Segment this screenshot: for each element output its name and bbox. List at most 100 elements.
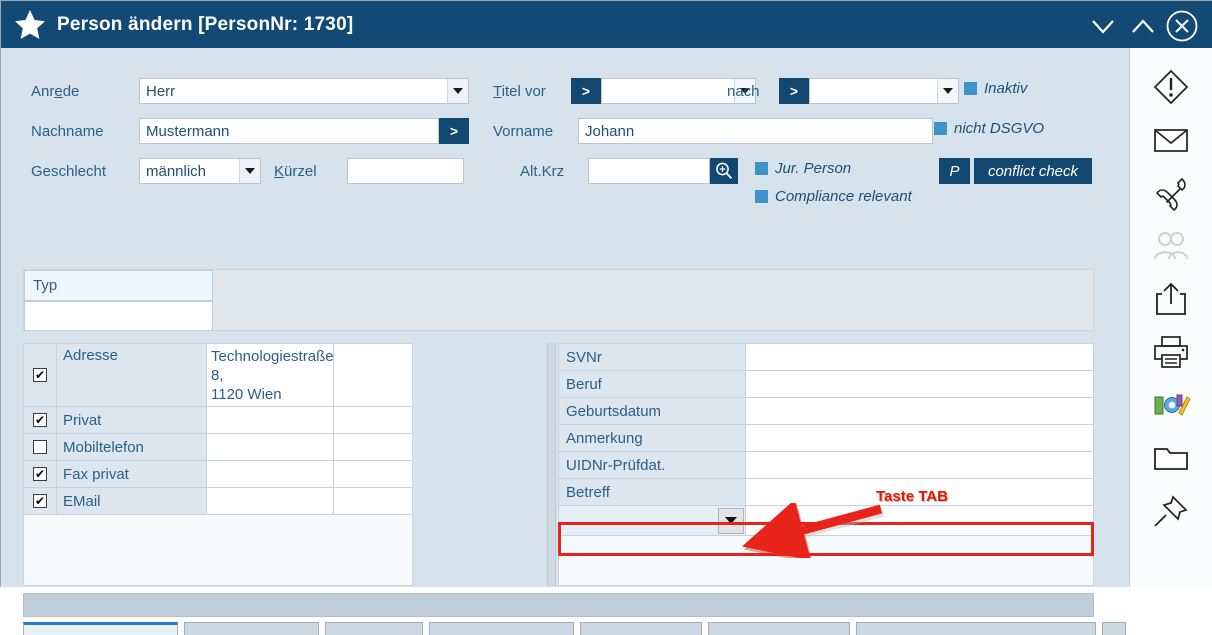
table-row[interactable]: Geburtsdatum bbox=[559, 398, 1093, 425]
row-extra-cell[interactable] bbox=[334, 407, 412, 434]
row-value[interactable] bbox=[207, 488, 334, 515]
row-value[interactable] bbox=[746, 344, 1093, 371]
geschlecht-combobox[interactable]: männlich bbox=[139, 158, 261, 184]
row-label: Anmerkung bbox=[559, 425, 746, 452]
checkbox[interactable]: ✔ bbox=[33, 413, 47, 427]
table-row[interactable]: Betreff bbox=[559, 479, 1093, 506]
nachname-lookup-button[interactable]: > bbox=[439, 118, 469, 144]
checkbox[interactable]: ✔ bbox=[33, 467, 47, 481]
titel-nach-lookup-button[interactable]: > bbox=[779, 78, 809, 104]
compliance-relevant-label: Compliance relevant bbox=[775, 188, 912, 205]
nachname-input[interactable]: Mustermann bbox=[139, 118, 439, 144]
person-actions: P conflict check bbox=[939, 158, 1092, 184]
nicht-dsgvo-checkbox[interactable]: nicht DSGVO bbox=[934, 120, 1044, 137]
share-export-icon[interactable] bbox=[1148, 276, 1194, 322]
form-content: Anrede Herr Titel vor > nach > Inaktiv N… bbox=[1, 48, 1129, 635]
chevron-down-icon[interactable] bbox=[937, 79, 958, 103]
check-mark-icon: ✔ bbox=[34, 368, 46, 382]
checkbox[interactable]: ✔ bbox=[33, 368, 47, 382]
bottom-tab[interactable] bbox=[429, 622, 574, 635]
printer-icon[interactable] bbox=[1148, 329, 1194, 375]
alt-krz-field-group: Alt.Krz bbox=[520, 158, 738, 184]
checkbox[interactable] bbox=[33, 440, 47, 454]
folder-icon[interactable] bbox=[1148, 435, 1194, 481]
checkbox[interactable]: ✔ bbox=[33, 494, 47, 508]
geschlecht-value: männlich bbox=[146, 162, 207, 180]
row-label: Betreff bbox=[559, 479, 746, 506]
kuerzel-field-group: Kürzel bbox=[274, 158, 464, 184]
table-row[interactable]: ✔ EMail bbox=[24, 488, 412, 515]
row-checkbox-cell[interactable] bbox=[24, 434, 57, 461]
titel-nach-label: nach bbox=[727, 82, 760, 100]
titel-nach-field-group: nach > bbox=[727, 78, 959, 104]
row-checkbox-cell[interactable]: ✔ bbox=[24, 344, 57, 407]
table-row[interactable]: UIDNr-Prüfdat. bbox=[559, 452, 1093, 479]
typ-panel: Typ bbox=[23, 269, 1094, 331]
pin-icon[interactable] bbox=[1148, 488, 1194, 534]
row-value[interactable] bbox=[746, 425, 1093, 452]
row-extra-cell[interactable] bbox=[334, 488, 412, 515]
row-value[interactable] bbox=[746, 371, 1093, 398]
row-label: Geburtsdatum bbox=[559, 398, 746, 425]
table-row[interactable]: ✔ Privat bbox=[24, 407, 412, 434]
bottom-tab[interactable] bbox=[184, 622, 319, 635]
anrede-value: Herr bbox=[146, 82, 176, 100]
circled-x-icon[interactable] bbox=[1165, 9, 1199, 43]
table-row[interactable]: Mobiltelefon bbox=[24, 434, 412, 461]
tools-icon[interactable] bbox=[1148, 382, 1194, 428]
chevron-down-icon[interactable] bbox=[1085, 11, 1121, 41]
table-row[interactable]: ✔ Fax privat bbox=[24, 461, 412, 488]
geschlecht-label: Geschlecht bbox=[31, 162, 107, 180]
magnifier-plus-icon[interactable] bbox=[710, 158, 738, 184]
vorname-input[interactable]: Johann bbox=[578, 118, 933, 144]
typ-value-cell[interactable] bbox=[24, 301, 213, 331]
row-value[interactable] bbox=[746, 398, 1093, 425]
compliance-relevant-checkbox[interactable]: Compliance relevant bbox=[755, 188, 912, 205]
chevron-down-icon[interactable] bbox=[239, 159, 260, 183]
row-extra-cell[interactable] bbox=[334, 434, 412, 461]
row-extra-cell[interactable] bbox=[334, 461, 412, 488]
titel-vor-lookup-button[interactable]: > bbox=[571, 78, 601, 104]
conflict-check-button[interactable]: conflict check bbox=[974, 158, 1092, 184]
table-row[interactable]: Anmerkung bbox=[559, 425, 1093, 452]
table-row[interactable]: ✔ Adresse Technologiestraße 8, 1120 Wien bbox=[24, 344, 412, 407]
row-label: Beruf bbox=[559, 371, 746, 398]
inaktiv-checkbox[interactable]: Inaktiv bbox=[964, 80, 1027, 97]
window-controls bbox=[1085, 9, 1199, 43]
alt-krz-label: Alt.Krz bbox=[520, 162, 565, 180]
jur-person-checkbox[interactable]: Jur. Person bbox=[755, 160, 851, 177]
row-label: UIDNr-Prüfdat. bbox=[559, 452, 746, 479]
people-icon[interactable] bbox=[1148, 223, 1194, 269]
envelope-icon[interactable] bbox=[1148, 117, 1194, 163]
dropdown-cell[interactable] bbox=[559, 506, 746, 536]
bottom-tab[interactable] bbox=[580, 622, 702, 635]
row-value[interactable] bbox=[746, 452, 1093, 479]
row-label: Mobiltelefon bbox=[57, 434, 207, 461]
row-checkbox-cell[interactable]: ✔ bbox=[24, 461, 57, 488]
alt-krz-input[interactable] bbox=[588, 158, 710, 184]
table-row[interactable]: SVNr bbox=[559, 344, 1093, 371]
bottom-tab[interactable] bbox=[856, 622, 1096, 635]
p-button[interactable]: P bbox=[939, 158, 970, 184]
row-value[interactable] bbox=[207, 434, 334, 461]
anrede-label: Anrede bbox=[31, 82, 80, 100]
titel-vor-label: Titel vor bbox=[493, 82, 546, 100]
row-value[interactable]: Technologiestraße 8, 1120 Wien bbox=[207, 344, 334, 407]
row-extra-cell[interactable] bbox=[334, 344, 412, 407]
bottom-tab[interactable] bbox=[325, 622, 423, 635]
chevron-up-icon[interactable] bbox=[1125, 11, 1161, 41]
titel-nach-combobox[interactable] bbox=[809, 78, 959, 104]
bottom-tab[interactable] bbox=[708, 622, 850, 635]
warning-icon[interactable] bbox=[1148, 64, 1194, 110]
row-value[interactable] bbox=[207, 407, 334, 434]
table-row[interactable]: Beruf bbox=[559, 371, 1093, 398]
bottom-tab[interactable] bbox=[1102, 622, 1126, 635]
phone-icon[interactable] bbox=[1148, 170, 1194, 216]
row-checkbox-cell[interactable]: ✔ bbox=[24, 407, 57, 434]
row-value[interactable] bbox=[207, 461, 334, 488]
chevron-down-icon[interactable] bbox=[447, 79, 468, 103]
bottom-tab[interactable] bbox=[23, 622, 178, 635]
kuerzel-input[interactable] bbox=[347, 158, 464, 184]
anrede-combobox[interactable]: Herr bbox=[139, 78, 469, 104]
row-checkbox-cell[interactable]: ✔ bbox=[24, 488, 57, 515]
